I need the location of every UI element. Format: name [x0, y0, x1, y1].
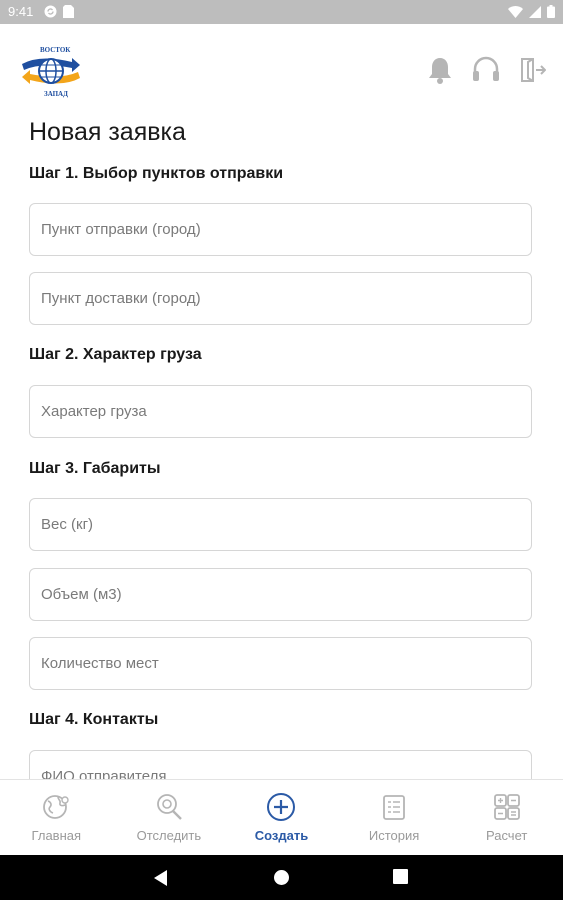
- company-logo[interactable]: ВОСТОК ЗАПАД: [20, 44, 82, 98]
- headset-icon: [471, 56, 501, 89]
- nav-item-home[interactable]: Главная: [0, 780, 113, 856]
- back-icon[interactable]: [153, 869, 171, 887]
- nav-label-home: Главная: [31, 828, 82, 843]
- weight-input[interactable]: [30, 499, 531, 550]
- origin-city-field[interactable]: [29, 203, 532, 256]
- nav-label-calculate: Расчет: [485, 828, 528, 843]
- notifications-button[interactable]: [425, 57, 455, 87]
- status-bar: 9:41: [0, 0, 563, 24]
- app-header: ВОСТОК ЗАПАД: [0, 24, 563, 114]
- nav-item-track[interactable]: Отследить: [113, 780, 226, 856]
- status-time: 9:41: [8, 4, 34, 19]
- battery-icon: [547, 5, 555, 21]
- track-search-icon: [154, 792, 184, 822]
- system-navigation-bar: [0, 855, 563, 900]
- volume-input[interactable]: [30, 569, 531, 620]
- globe-icon: [41, 792, 71, 822]
- step-1-heading: Шаг 1. Выбор пунктов отправки: [29, 165, 284, 182]
- nav-label-create: Создать: [254, 828, 309, 843]
- cargo-type-field[interactable]: [29, 385, 532, 438]
- recents-icon[interactable]: [393, 869, 411, 887]
- storage-icon: [63, 5, 74, 21]
- nav-item-create[interactable]: Создать: [225, 780, 338, 856]
- step-3-heading: Шаг 3. Габариты: [29, 460, 161, 477]
- signal-icon: [529, 5, 541, 21]
- step-4-heading: Шаг 4. Контакты: [29, 711, 159, 728]
- calculator-icon: [492, 792, 522, 822]
- bell-icon: [427, 56, 453, 89]
- weight-field[interactable]: [29, 498, 532, 551]
- nav-item-history[interactable]: История: [338, 780, 451, 856]
- nav-item-calculate[interactable]: Расчет: [450, 780, 563, 856]
- pieces-count-field[interactable]: [29, 637, 532, 690]
- volume-field[interactable]: [29, 568, 532, 621]
- svg-text:ЗАПАД: ЗАПАД: [44, 90, 68, 98]
- page-title: Новая заявка: [29, 118, 186, 146]
- step-2-heading: Шаг 2. Характер груза: [29, 346, 202, 363]
- cargo-type-input[interactable]: [30, 386, 531, 437]
- plus-circle-icon: [266, 792, 296, 822]
- nav-label-history: История: [368, 828, 420, 843]
- pieces-count-input[interactable]: [30, 638, 531, 689]
- exit-door-icon: [518, 56, 547, 89]
- destination-city-input[interactable]: [30, 273, 531, 324]
- wifi-icon: [508, 5, 523, 21]
- origin-city-input[interactable]: [30, 204, 531, 255]
- nav-label-track: Отследить: [136, 828, 202, 843]
- sync-status-icon: [44, 5, 57, 21]
- svg-text:ВОСТОК: ВОСТОК: [40, 46, 71, 54]
- bottom-navigation: Главная Отследить Создать История Расчет: [0, 779, 563, 856]
- support-button[interactable]: [471, 56, 501, 89]
- destination-city-field[interactable]: [29, 272, 532, 325]
- logout-button[interactable]: [517, 57, 547, 87]
- home-icon[interactable]: [273, 869, 291, 887]
- history-list-icon: [379, 792, 409, 822]
